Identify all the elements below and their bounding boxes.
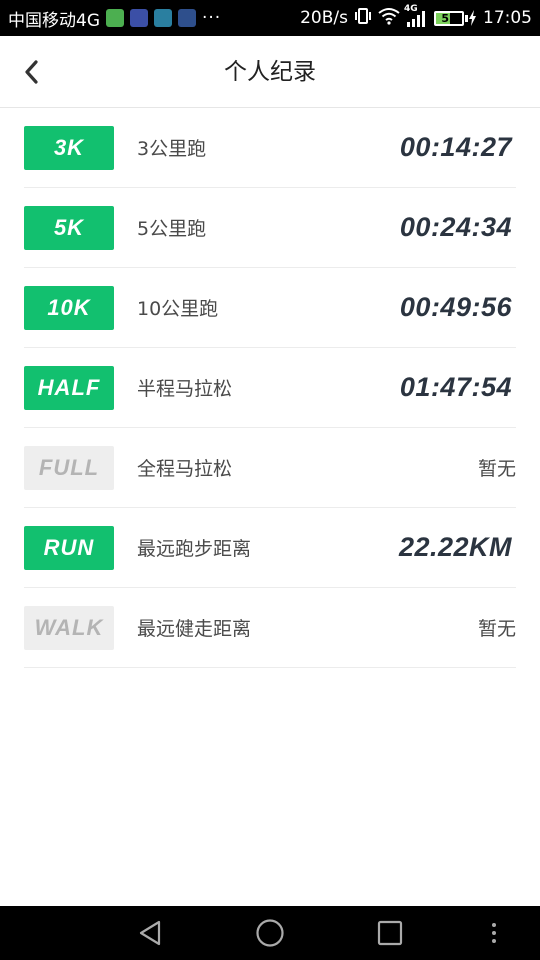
record-value: 22.22KM (398, 532, 512, 562)
record-badge: RUN (24, 525, 114, 570)
record-label: 最远健走距离 (137, 618, 252, 640)
record-label: 全程马拉松 (137, 458, 233, 480)
record-row[interactable]: 10K 10公里跑 00:49:56 (24, 268, 516, 348)
record-row[interactable]: WALK 最远健走距离 暂无 (24, 588, 516, 668)
record-label: 半程马拉松 (137, 378, 233, 400)
nav-recents-button[interactable] (360, 906, 420, 960)
menu-dots-icon (492, 923, 496, 943)
record-value: 00:49:56 (399, 292, 512, 322)
recents-square-icon (377, 920, 403, 946)
nav-back-button[interactable] (120, 906, 180, 960)
carrier-label: 中国移动4G (8, 10, 100, 31)
wifi-icon (378, 7, 400, 30)
records-list: 3K 3公里跑 00:14:27 5K 5公里跑 00:24:34 10K 10公里跑 00:4… (24, 108, 516, 668)
record-badge: FULL (24, 445, 114, 490)
charging-icon (469, 10, 476, 26)
record-label: 3公里跑 (137, 138, 207, 160)
record-row[interactable]: RUN 最远跑步距离 22.22KM (24, 508, 516, 588)
record-badge: WALK (24, 605, 114, 650)
home-circle-icon (256, 919, 284, 947)
app-icon-3 (154, 9, 172, 27)
status-bar: 中国移动4G ··· 20B/s 4G 52 17:05 (0, 0, 540, 36)
app-header: 个人纪录 (0, 36, 540, 108)
network-type-label: 4G (404, 4, 418, 14)
record-label: 10公里跑 (137, 298, 219, 320)
status-bar-left: 中国移动4G ··· (8, 6, 300, 31)
battery-icon: 52 (434, 10, 477, 26)
record-value: 00:14:27 (399, 132, 512, 162)
record-label: 最远跑步距离 (137, 538, 252, 560)
more-notifications-icon: ··· (202, 8, 222, 28)
record-row[interactable]: HALF 半程马拉松 01:47:54 (24, 348, 516, 428)
page-title: 个人纪录 (224, 59, 316, 85)
signal-icon: 4G (404, 4, 428, 28)
usb-icon (178, 9, 196, 27)
system-nav-bar (0, 906, 540, 960)
record-badge: 5K (24, 205, 114, 250)
clock: 17:05 (483, 8, 532, 28)
record-value: 00:24:34 (399, 212, 512, 242)
nav-menu-button[interactable] (464, 906, 524, 960)
record-value: 01:47:54 (399, 372, 512, 402)
battery-level: 52 (441, 11, 457, 25)
record-badge: 10K (24, 285, 114, 330)
record-row[interactable]: FULL 全程马拉松 暂无 (24, 428, 516, 508)
record-row[interactable]: 5K 5公里跑 00:24:34 (24, 188, 516, 268)
wechat-icon (106, 9, 124, 27)
vibrate-icon (354, 7, 372, 30)
net-speed: 20B/s (300, 8, 348, 28)
record-badge: HALF (24, 365, 114, 410)
back-triangle-icon (139, 920, 161, 946)
record-label: 5公里跑 (137, 218, 207, 240)
nav-home-button[interactable] (240, 906, 300, 960)
record-badge: 3K (24, 125, 114, 170)
record-row[interactable]: 3K 3公里跑 00:14:27 (24, 108, 516, 188)
app-icon-2 (130, 9, 148, 27)
status-bar-right: 20B/s 4G 52 17:05 (300, 4, 532, 30)
record-value: 暂无 (477, 458, 516, 480)
record-value: 暂无 (477, 618, 516, 640)
